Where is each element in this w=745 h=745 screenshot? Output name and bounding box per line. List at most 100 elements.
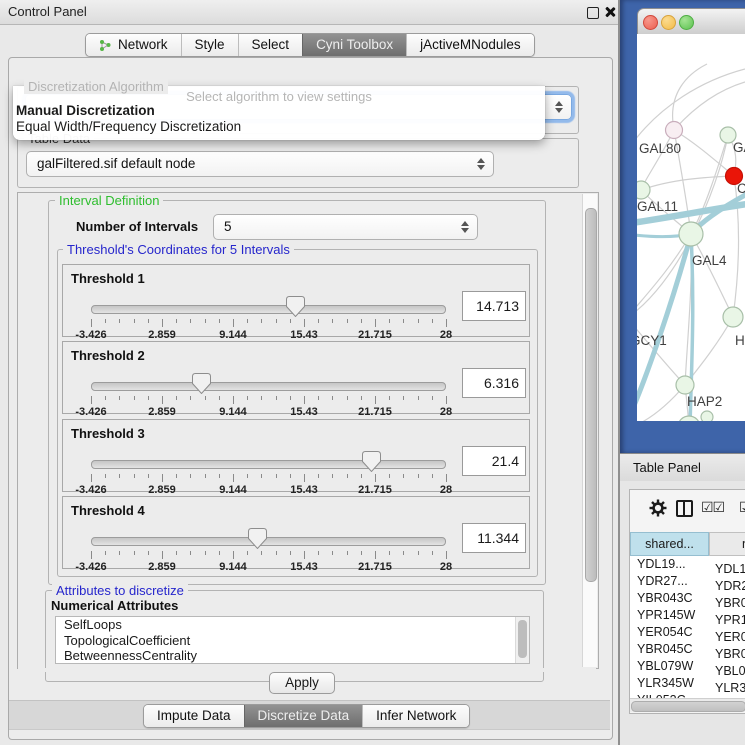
tab-discretize-data[interactable]: Discretize Data (244, 705, 363, 727)
threshold-2-panel: Threshold 2 -3.4262.8599.14415.4321.7152… (62, 341, 530, 414)
combo-arrows-icon (555, 100, 564, 114)
network-window-titlebar[interactable] (637, 8, 745, 36)
column-header-name[interactable]: na (709, 532, 745, 556)
select-columns-icon-partial[interactable]: ☑ (739, 499, 745, 516)
tab-infer-network[interactable]: Infer Network (362, 705, 469, 727)
node-label-gcy1: GCY1 (637, 333, 667, 348)
node-gal4[interactable] (679, 222, 703, 246)
slider-handle[interactable] (286, 296, 305, 317)
table-row[interactable]: YBR043CYBR0 (630, 590, 745, 607)
scrollbar-thumb[interactable] (631, 701, 745, 712)
table-header-row: shared... na (630, 532, 745, 556)
numerical-attributes-list[interactable]: SelfLoops TopologicalCoefficient Between… (55, 616, 530, 664)
popup-option-equal-width[interactable]: Equal Width/Frequency Discretization (16, 119, 241, 134)
network-graph: GAL80 GA C GAL11 GAL4 GCY1 H HAP2 (637, 34, 745, 421)
node-label-partial: H (735, 333, 745, 348)
node-label-partial: C (737, 181, 745, 196)
interval-definition-title: Interval Definition (55, 193, 163, 208)
slider-tick-labels: -3.4262.8599.14415.4321.71528 (91, 406, 446, 418)
tab-label: Style (195, 34, 225, 56)
tab-cyni-toolbox[interactable]: Cyni Toolbox (302, 34, 406, 56)
node-gal11[interactable] (637, 181, 650, 199)
threshold-1-value-field[interactable]: 14.713 (462, 291, 526, 321)
apply-button[interactable]: Apply (269, 672, 335, 694)
list-item[interactable]: TopologicalCoefficient (56, 633, 529, 649)
node-gal80[interactable] (666, 122, 683, 139)
zoom-traffic-light-icon[interactable] (679, 15, 694, 30)
slider-track[interactable] (91, 305, 446, 314)
combo-arrows-icon (477, 157, 486, 171)
threshold-1-panel: Threshold 1 -3.4262.8599.14415.4321.7152… (62, 264, 530, 337)
threshold-4-panel: Threshold 4 -3.4262.8599.14415.4321.7152… (62, 496, 530, 569)
combo-arrows-icon (461, 220, 470, 234)
horizontal-scrollbar[interactable] (630, 698, 745, 712)
threshold-3-value-field[interactable]: 21.4 (462, 446, 526, 476)
slider-ticks (91, 319, 446, 328)
list-item[interactable]: BetweennessCentrality (56, 648, 529, 664)
algorithm-popup: Select algorithm to view settings Manual… (13, 86, 545, 140)
minimize-traffic-light-icon[interactable] (661, 15, 676, 30)
tab-label: Infer Network (376, 705, 456, 727)
screen: Control Panel Network Style Select Cyni … (0, 0, 745, 745)
tab-style[interactable]: Style (181, 34, 238, 56)
tab-label: Select (252, 34, 290, 56)
table-body: YDL19...YDL1 YDR27...YDR2 YBR043CYBR0 YP… (630, 556, 745, 698)
node[interactable] (678, 416, 700, 421)
tab-select[interactable]: Select (238, 34, 303, 56)
slider-handle[interactable] (192, 373, 211, 394)
settings-gear-icon[interactable] (649, 499, 667, 517)
popup-option-manual[interactable]: Manual Discretization (16, 103, 155, 118)
select-columns-icon[interactable]: ☑☑ (701, 499, 724, 516)
node[interactable] (723, 307, 743, 327)
node-label-hap2: HAP2 (687, 394, 722, 409)
tab-network[interactable]: Network (86, 34, 181, 56)
tab-jactivemnodules[interactable]: jActiveMNodules (406, 34, 534, 56)
node-hap2[interactable] (676, 376, 694, 394)
threshold-3-slider[interactable]: -3.4262.8599.14415.4321.71528 (91, 420, 446, 491)
split-columns-icon[interactable] (676, 500, 693, 517)
table-row[interactable]: YDR27...YDR2 (630, 573, 745, 590)
table-row[interactable]: YBR045CYBR0 (630, 641, 745, 658)
network-view-canvas[interactable]: GAL80 GA C GAL11 GAL4 GCY1 H HAP2 (637, 34, 745, 421)
table-row[interactable]: YPR145WYPR1 (630, 607, 745, 624)
close-icon[interactable] (604, 6, 616, 18)
close-traffic-light-icon[interactable] (643, 15, 658, 30)
slider-track[interactable] (91, 460, 446, 469)
threshold-1-slider[interactable]: -3.4262.8599.14415.4321.71528 (91, 265, 446, 336)
node-table: ☑☑ ☑ shared... na YDL19...YDL1 YDR27...Y… (629, 489, 745, 714)
slider-handle[interactable] (362, 451, 381, 472)
thresholds-group-title: Threshold's Coordinates for 5 Intervals (63, 242, 294, 257)
table-data-value: galFiltered.sif default node (37, 152, 195, 176)
table-row[interactable]: YER054CYER0 (630, 624, 745, 641)
table-panel-title: Table Panel (633, 454, 701, 481)
vertical-scrollbar[interactable] (582, 194, 597, 667)
threshold-2-value-field[interactable]: 6.316 (462, 368, 526, 398)
tab-impute-data[interactable]: Impute Data (144, 705, 244, 727)
table-data-combobox[interactable]: galFiltered.sif default node (26, 151, 494, 177)
slider-ticks (91, 396, 446, 405)
float-window-icon[interactable] (587, 7, 599, 19)
node-label-gal11: GAL11 (637, 199, 678, 214)
table-row[interactable]: YBL079WYBL0 (630, 658, 745, 675)
slider-handle[interactable] (248, 528, 267, 549)
table-row[interactable]: YDL19...YDL1 (630, 556, 745, 573)
network-icon (99, 39, 112, 52)
node[interactable] (701, 411, 713, 421)
list-item[interactable]: SelfLoops (56, 617, 529, 633)
node-label-gal80: GAL80 (639, 141, 681, 156)
threshold-2-slider[interactable]: -3.4262.8599.14415.4321.71528 (91, 342, 446, 413)
column-header-shared-name[interactable]: shared... (630, 532, 709, 556)
slider-ticks (91, 474, 446, 483)
slider-track[interactable] (91, 537, 446, 546)
table-row[interactable]: YLR345WYLR3 (630, 675, 745, 692)
slider-track[interactable] (91, 382, 446, 391)
discretization-algorithm-title: Discretization Algorithm (24, 79, 168, 94)
list-scrollbar[interactable] (515, 617, 529, 663)
threshold-4-slider[interactable]: -3.4262.8599.14415.4321.71528 (91, 497, 446, 568)
scrollbar-thumb[interactable] (518, 620, 527, 658)
node-label-partial: GA (733, 140, 745, 155)
number-of-intervals-combobox[interactable]: 5 (213, 214, 478, 240)
numerical-attributes-label: Numerical Attributes (51, 598, 178, 613)
scrollbar-thumb[interactable] (585, 208, 597, 582)
threshold-4-value-field[interactable]: 11.344 (462, 523, 526, 553)
